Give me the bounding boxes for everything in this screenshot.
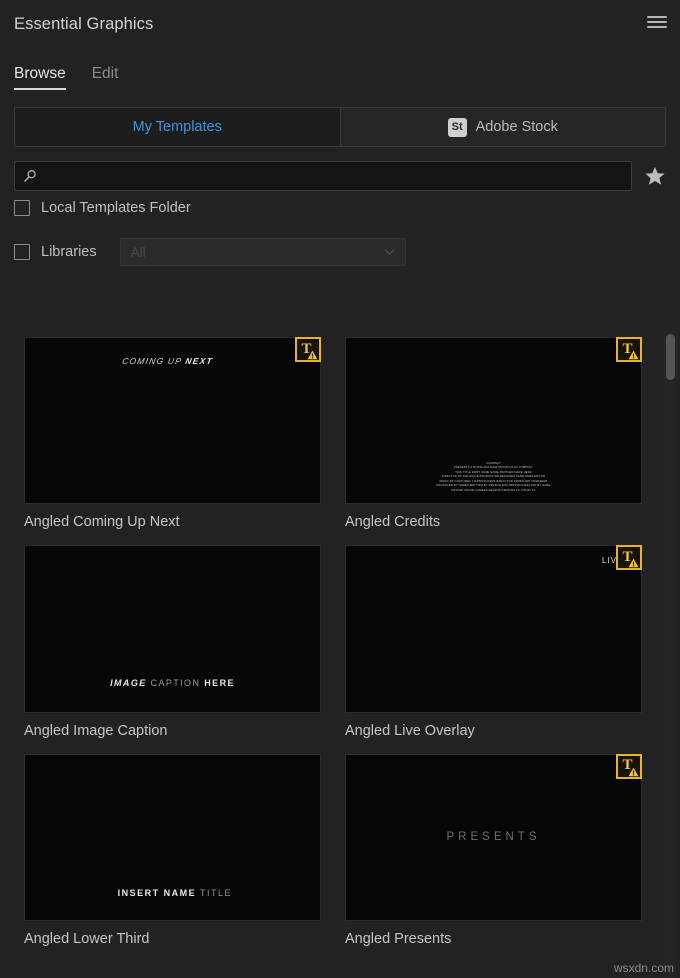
preview-text-part-3: HERE xyxy=(204,678,235,689)
warning-triangle-icon xyxy=(628,767,639,776)
template-thumbnail[interactable]: COMPANY PRESENTS A MOVIE ANOTHER PRODUCT… xyxy=(345,337,642,505)
preview-text-part-2: TITLE xyxy=(199,888,232,899)
vertical-scrollbar[interactable] xyxy=(664,326,677,978)
templates-scroll-area: COMING UP NEXT T Angled Coming Up Next C… xyxy=(0,326,680,978)
hamburger-menu-icon[interactable] xyxy=(647,14,667,30)
my-templates-label: My Templates xyxy=(132,119,222,135)
template-name: Angled Lower Third xyxy=(24,930,150,947)
template-thumbnail[interactable]: PRESENTS T xyxy=(345,753,642,921)
template-thumbnail[interactable]: LIVE T xyxy=(345,545,642,713)
template-thumbnail[interactable]: INSERT NAME TITLE xyxy=(24,753,321,921)
star-icon[interactable] xyxy=(644,165,666,187)
local-templates-row[interactable]: Local Templates Folder xyxy=(14,191,666,225)
credit-line: MASTER SOUND CAMERA MAKEUP GRADING FX VI… xyxy=(451,488,536,492)
preview-text-part-1: INSERT NAME xyxy=(117,888,197,899)
source-toggle-group: My Templates St Adobe Stock xyxy=(14,107,666,147)
libraries-select-value: All xyxy=(130,244,146,260)
adobe-stock-label: Adobe Stock xyxy=(475,119,558,135)
warning-triangle-icon xyxy=(628,350,639,360)
template-thumbnail[interactable]: IMAGE CAPTION HERE xyxy=(24,545,321,713)
template-tile[interactable]: IMAGE CAPTION HERE Angled Image Caption xyxy=(24,545,321,739)
preview-text-part-2: NEXT xyxy=(184,356,214,367)
scrollbar-thumb[interactable] xyxy=(666,334,675,380)
panel-header: Essential Graphics xyxy=(0,0,680,48)
missing-font-warning-icon: T xyxy=(295,337,321,362)
hamburger-line-2 xyxy=(647,21,667,23)
templates-grid: COMING UP NEXT T Angled Coming Up Next C… xyxy=(0,326,664,962)
essential-graphics-panel: Essential Graphics Browse Edit My Templa… xyxy=(0,0,680,978)
libraries-select[interactable]: All xyxy=(119,238,406,266)
local-templates-checkbox[interactable] xyxy=(14,200,30,216)
local-templates-label: Local Templates Folder xyxy=(41,200,191,216)
tab-edit[interactable]: Edit xyxy=(92,65,119,92)
tab-edit-label: Edit xyxy=(91,65,119,82)
page-title: Essential Graphics xyxy=(14,14,154,33)
template-thumbnail-image: IMAGE CAPTION HERE xyxy=(25,546,320,712)
thumbnail-preview-text: INSERT NAME TITLE xyxy=(118,888,232,898)
template-thumbnail-image: COMPANY PRESENTS A MOVIE ANOTHER PRODUCT… xyxy=(346,338,641,504)
search-box[interactable] xyxy=(14,161,632,191)
missing-font-warning-icon: T xyxy=(616,545,642,571)
missing-font-warning-icon: T xyxy=(616,337,642,362)
template-name: Angled Image Caption xyxy=(24,722,168,739)
thumbnail-preview-text: PRESENTS xyxy=(446,831,541,844)
search-row xyxy=(14,161,666,191)
search-icon xyxy=(24,170,36,182)
tab-browse-label: Browse xyxy=(14,65,66,82)
libraries-checkbox[interactable] xyxy=(14,244,30,260)
adobe-stock-icon: St xyxy=(447,117,467,137)
warning-triangle-icon xyxy=(307,350,318,360)
tab-browse[interactable]: Browse xyxy=(14,65,66,92)
template-name: Angled Coming Up Next xyxy=(24,514,180,531)
missing-font-warning-icon: T xyxy=(616,753,642,779)
thumbnail-preview-text: COMING UP NEXT xyxy=(121,356,213,366)
thumbnail-preview-text: COMPANY PRESENTS A MOVIE ANOTHER PRODUCT… xyxy=(358,462,629,494)
template-tile[interactable]: LIVE T Angled Live Overlay xyxy=(345,545,642,739)
thumbnail-preview-text: IMAGE CAPTION HERE xyxy=(110,678,235,688)
template-tile[interactable]: COMING UP NEXT T Angled Coming Up Next xyxy=(24,337,321,530)
template-name: Angled Credits xyxy=(345,514,441,531)
warning-triangle-icon xyxy=(628,558,639,568)
libraries-label: Libraries xyxy=(41,244,97,260)
libraries-row[interactable]: Libraries All xyxy=(14,235,666,269)
search-input[interactable] xyxy=(45,168,631,184)
template-thumbnail-image: COMING UP NEXT xyxy=(25,338,320,504)
panel-tabs: Browse Edit xyxy=(0,48,680,92)
preview-text-part-1: IMAGE xyxy=(110,678,147,689)
template-thumbnail-image: LIVE xyxy=(346,546,641,712)
preview-text-part-2: CAPTION xyxy=(150,678,201,689)
hamburger-line-3 xyxy=(647,26,667,28)
chevron-down-icon xyxy=(383,249,395,255)
template-tile[interactable]: PRESENTS T Angled Presents xyxy=(345,753,642,947)
template-tile[interactable]: COMPANY PRESENTS A MOVIE ANOTHER PRODUCT… xyxy=(345,337,642,530)
template-thumbnail-image: PRESENTS xyxy=(346,754,641,920)
hamburger-line-1 xyxy=(647,16,667,18)
adobe-stock-button[interactable]: St Adobe Stock xyxy=(339,108,665,146)
preview-text-part-1: COMING UP xyxy=(120,356,186,367)
template-name: Angled Presents xyxy=(345,930,452,947)
template-thumbnail-image: INSERT NAME TITLE xyxy=(25,754,320,920)
template-thumbnail[interactable]: COMING UP NEXT T xyxy=(24,337,321,505)
template-tile[interactable]: INSERT NAME TITLE Angled Lower Third xyxy=(24,753,321,947)
template-name: Angled Live Overlay xyxy=(345,722,475,739)
my-templates-button[interactable]: My Templates xyxy=(15,108,340,146)
